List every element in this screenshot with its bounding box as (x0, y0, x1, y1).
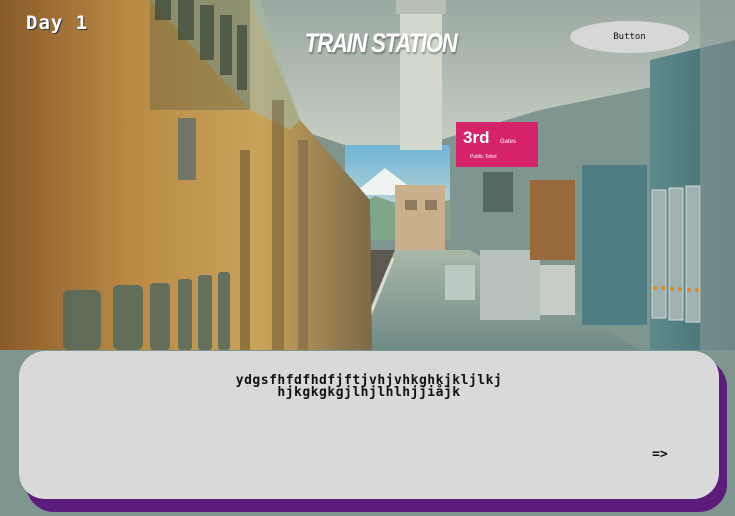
menu-button[interactable]: Button (570, 21, 689, 53)
dialog-text: ydgsfhfdfhdfjftjvhjvhkghkjkljlkj hjkgkgk… (19, 374, 719, 400)
dialog-box[interactable]: ydgsfhfdfhdfjftjvhjvhkghkjkljlkj hjkgkgk… (19, 351, 719, 499)
gate-sign-main: 3rd (463, 128, 489, 147)
gate-sign-sub: Public Toilet (470, 154, 497, 160)
gate-sign-small: Gates (500, 139, 516, 145)
dialog-line-2: hjkgkgkgjlhjlhlhjjiåjk (277, 385, 461, 400)
next-arrow-icon[interactable]: => (652, 447, 668, 462)
